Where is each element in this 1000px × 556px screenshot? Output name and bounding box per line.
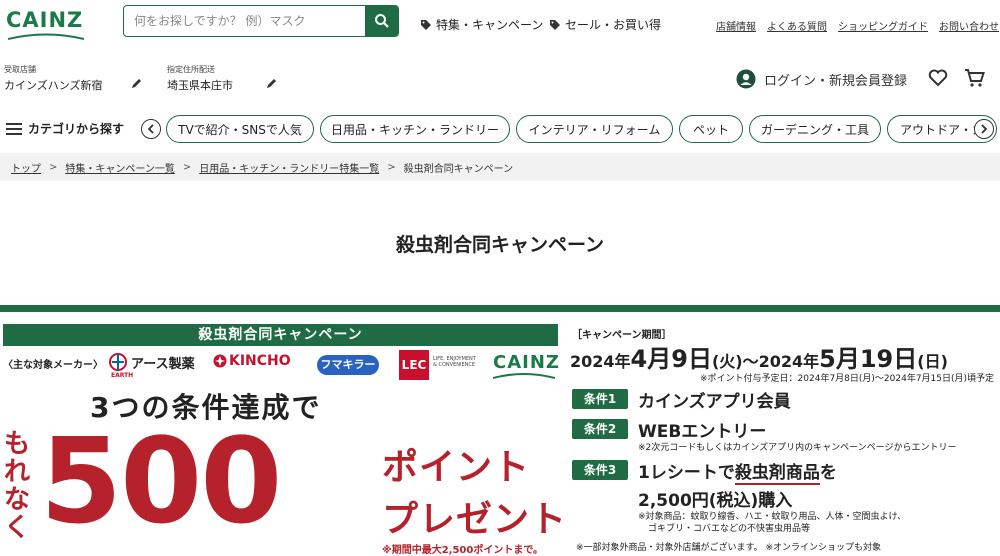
search-box bbox=[123, 5, 399, 37]
period-date-start: 4月9日 bbox=[630, 345, 712, 373]
earth-logo-icon bbox=[109, 353, 127, 371]
maker-kincho-logo: KINCHO bbox=[213, 353, 291, 369]
condition3-note2: ゴキブリ・コバエなどの不快害虫用品等 bbox=[648, 524, 811, 534]
delivery-address-value: 埼玉県本庄市 bbox=[167, 79, 233, 92]
cainz-swoosh-icon bbox=[493, 373, 555, 379]
user-icon bbox=[736, 69, 756, 89]
tag-icon bbox=[421, 19, 431, 30]
logo-swoosh-icon bbox=[8, 33, 84, 40]
maker-earth-small: EARTH bbox=[111, 372, 134, 379]
condition3-text2: 2,500円(税込)購入 bbox=[638, 491, 793, 511]
maker-earth-name: アース製薬 bbox=[131, 356, 195, 372]
edit-pickup-icon[interactable] bbox=[131, 78, 142, 89]
category-menu-label: カテゴリから探す bbox=[28, 122, 125, 136]
condition3-text-c: を bbox=[819, 463, 837, 483]
breadcrumb-current: 殺虫剤合同キャンペーン bbox=[403, 163, 514, 175]
breadcrumb-campaigns[interactable]: 特集・キャンペーン一覧 bbox=[65, 160, 175, 175]
banner-bottom-note: ※一部対象外商品・対象外店舗がございます。 ※オンラインショップも対象 bbox=[576, 543, 882, 553]
condition1-text: カインズアプリ会員 bbox=[638, 392, 791, 412]
period-date-end: 5月19日 bbox=[819, 345, 918, 373]
login-link[interactable]: ログイン・新規会員登録 bbox=[736, 69, 907, 89]
pickup-store: 受取店舗 カインズハンズ新宿 bbox=[4, 64, 103, 93]
search-icon bbox=[374, 14, 389, 28]
breadcrumb: トップ > 特集・キャンペーン一覧 > 日用品・キッチン・ランドリー特集一覧 >… bbox=[0, 153, 1000, 181]
condition2-note: ※2次元コードもしくはカインズアプリ内のキャンペーンページからエントリー bbox=[638, 443, 957, 453]
maker-lec-tagline: LIFE, ENJOYMENT & CONVENIENCE bbox=[433, 356, 476, 368]
login-label: ログイン・新規会員登録 bbox=[764, 73, 908, 89]
pickup-store-label: 受取店舗 bbox=[4, 65, 36, 74]
banner-point: ポイント bbox=[382, 447, 531, 488]
edit-delivery-icon[interactable] bbox=[266, 78, 277, 89]
period-weekday-end: (日) bbox=[917, 352, 948, 371]
maker-lec-logo: LEC bbox=[399, 350, 429, 380]
banner-present: プレゼント bbox=[382, 499, 568, 540]
delivery-address-label: 指定住所配送 bbox=[167, 65, 215, 74]
condition2-badge: 条件2 bbox=[572, 419, 628, 439]
link-faq[interactable]: よくある質問 bbox=[767, 18, 827, 33]
banner-morenaku: もれなく bbox=[3, 429, 30, 543]
maker-earth-logo: アース製薬 bbox=[108, 352, 195, 372]
utility-links: 店舗情報 よくある質問 ショッピングガイド お問い合わせ bbox=[716, 18, 999, 33]
link-shopping-guide[interactable]: ショッピングガイド bbox=[838, 18, 928, 33]
tag-icon bbox=[550, 19, 560, 30]
breadcrumb-top[interactable]: トップ bbox=[11, 160, 41, 175]
page-title: 殺虫剤合同キャンペーン bbox=[395, 234, 605, 256]
campaign-banner[interactable]: 殺虫剤合同キャンペーン 〈主な対象メーカー〉 アース製薬 EARTH KINCH… bbox=[0, 305, 1000, 556]
condition2-text: WEBエントリー bbox=[638, 422, 767, 442]
breadcrumb-separator: > bbox=[387, 161, 396, 173]
maker-kincho-name: KINCHO bbox=[229, 353, 291, 369]
category-pill-pet[interactable]: ペット bbox=[679, 115, 743, 143]
nav-campaign-label: 特集・キャンペーン bbox=[436, 18, 544, 32]
nav-sale[interactable]: セール・お買い得 bbox=[549, 16, 661, 33]
category-prev-button[interactable] bbox=[141, 119, 161, 139]
makers-label: 〈主な対象メーカー〉 bbox=[3, 360, 103, 371]
logo-text: CAINZ bbox=[6, 8, 84, 32]
banner-max-note: ※期間中最大2,500ポイントまで。 bbox=[382, 545, 543, 556]
breadcrumb-separator: > bbox=[182, 161, 192, 173]
breadcrumb-separator: > bbox=[49, 161, 58, 173]
banner-title: 殺虫剤合同キャンペーン bbox=[3, 324, 558, 346]
nav-sale-label: セール・お買い得 bbox=[565, 18, 662, 32]
category-pill-tv-sns[interactable]: TVで紹介・SNSで人気 bbox=[166, 115, 314, 143]
condition3-text: 1レシートで殺虫剤商品を bbox=[638, 458, 837, 485]
search-button[interactable] bbox=[365, 6, 398, 36]
link-store-info[interactable]: 店舗情報 bbox=[716, 18, 756, 33]
maker-fumakira-logo: フマキラー bbox=[317, 355, 379, 375]
period-year-end: 2024年 bbox=[758, 352, 820, 371]
chevron-right-icon bbox=[981, 124, 988, 134]
condition3-text-a: 1レシートで bbox=[638, 463, 735, 483]
kincho-logo-icon bbox=[213, 354, 227, 368]
period-year-start: 2024年 bbox=[570, 352, 631, 371]
cainz-logo[interactable]: CAINZ bbox=[6, 8, 84, 40]
hamburger-icon bbox=[6, 122, 22, 135]
top-header: CAINZ 特集・キャンペーン セール・お買い得 店舗情報 よくある質問 ショッ… bbox=[0, 0, 1000, 50]
campaign-period: 2024年4月9日(火)～2024年5月19日(日) bbox=[570, 339, 948, 374]
category-menu-button[interactable]: カテゴリから探す bbox=[6, 120, 124, 137]
period-separator: ～ bbox=[742, 352, 759, 371]
category-nav: カテゴリから探す TVで紹介・SNSで人気 日用品・キッチン・ランドリー インテ… bbox=[0, 112, 1000, 148]
condition3-badge: 条件3 bbox=[572, 460, 628, 480]
search-input[interactable] bbox=[124, 6, 365, 36]
maker-cainz-logo: CAINZ bbox=[493, 352, 560, 379]
condition1-badge: 条件1 bbox=[572, 389, 628, 409]
condition3-text-b: 殺虫剤商品 bbox=[734, 463, 820, 485]
cart-icon[interactable] bbox=[964, 68, 986, 88]
category-pill-daily-goods[interactable]: 日用品・キッチン・ランドリー bbox=[320, 115, 510, 143]
maker-cainz-name: CAINZ bbox=[493, 352, 560, 373]
pickup-store-value: カインズハンズ新宿 bbox=[4, 79, 103, 92]
category-pill-interior[interactable]: インテリア・リフォーム bbox=[516, 115, 673, 143]
nav-campaign[interactable]: 特集・キャンペーン bbox=[420, 16, 543, 33]
chevron-left-icon bbox=[147, 124, 154, 134]
category-next-button[interactable] bbox=[974, 119, 994, 139]
favorite-icon[interactable] bbox=[928, 69, 948, 87]
breadcrumb-daily-goods[interactable]: 日用品・キッチン・ランドリー特集一覧 bbox=[199, 160, 379, 175]
delivery-address: 指定住所配送 埼玉県本庄市 bbox=[167, 64, 233, 93]
banner-amount: 500 bbox=[40, 412, 282, 550]
category-pill-gardening[interactable]: ガーデニング・工具 bbox=[749, 115, 881, 143]
period-weekday-start: (火) bbox=[711, 352, 743, 371]
link-contact[interactable]: お問い合わせ bbox=[939, 18, 999, 33]
point-date-note: ※ポイント付与予定日：2024年7月8日(月)～2024年7月15日(月)頃予定 bbox=[700, 374, 995, 384]
